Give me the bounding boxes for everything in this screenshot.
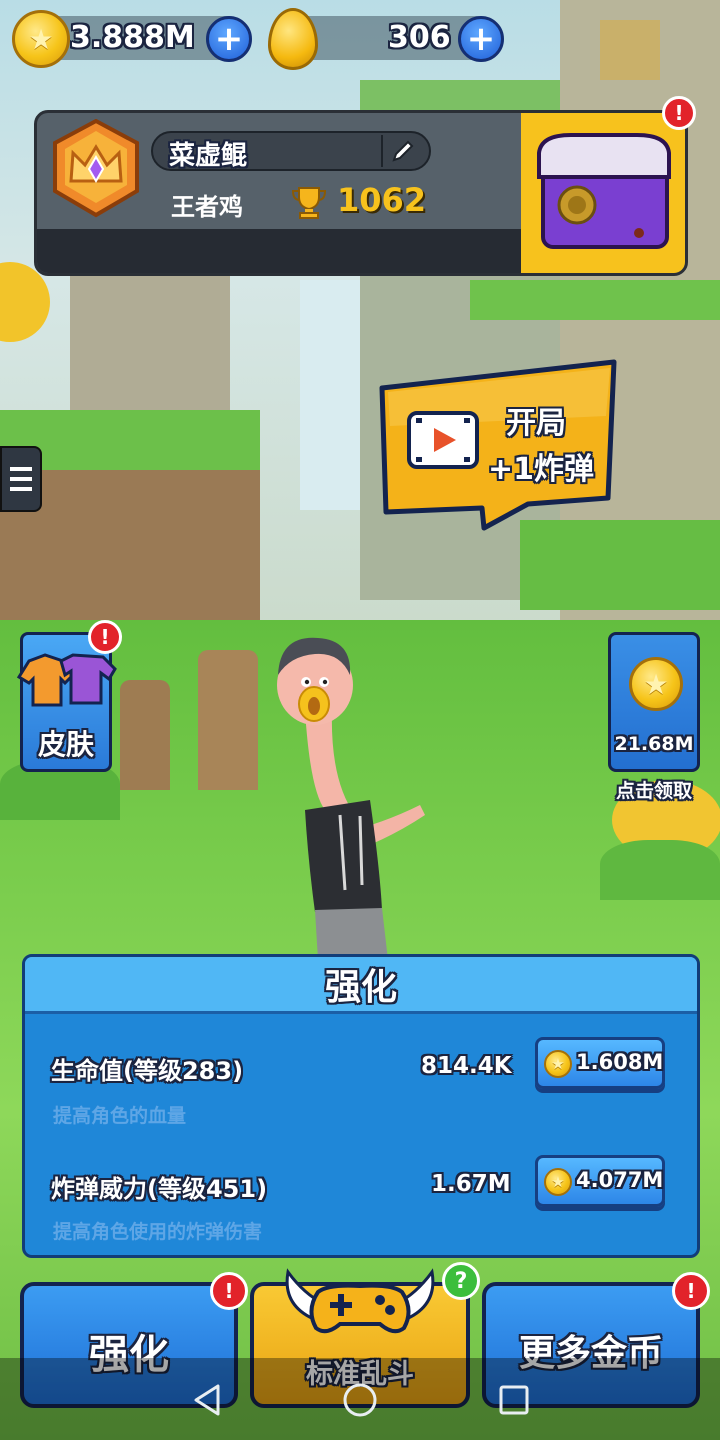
side-menu-button[interactable] — [0, 446, 42, 512]
reward-amount: 21.68M — [614, 733, 694, 755]
upgrade-name: 生命值(等级283) — [51, 1057, 244, 1085]
upgrade-desc: 提高角色使用的炸弹伤害 — [53, 1221, 263, 1243]
upgrade-panel: 强化 生命值(等级283) 814.4K ★ 1.608M 提高角色的血量 炸弹… — [22, 954, 700, 1258]
add-coins-button[interactable]: + — [206, 16, 252, 62]
profile-card[interactable]: 菜虚鲲 王者鸡 1062 — [34, 110, 688, 276]
video-bonus-button[interactable]: 开局 +1炸弹 — [372, 356, 624, 532]
player-name-field[interactable]: 菜虚鲲 — [151, 131, 431, 171]
winged-gamepad-icon — [280, 1262, 440, 1346]
chicken-figure — [277, 637, 425, 960]
trophy-count: 1062 — [337, 181, 427, 219]
pencil-icon — [392, 140, 414, 162]
video-play-icon — [406, 410, 480, 470]
promo-line-2: +1炸弹 — [488, 452, 595, 487]
upgrade-name: 炸弹威力(等级451) — [51, 1175, 268, 1203]
hamburger-menu-icon — [10, 467, 32, 491]
rank-badge — [51, 118, 141, 219]
player-name: 菜虚鲲 — [169, 141, 248, 171]
more-coins-alert-badge: ! — [672, 1272, 710, 1310]
egg-amount: 306 — [388, 20, 451, 55]
coin-amount: 3.888M — [70, 20, 195, 55]
upgrade-panel-title: 强化 — [324, 967, 397, 1008]
crown-badge-icon — [53, 118, 139, 218]
skins-label: 皮肤 — [37, 728, 94, 761]
grass-ledge — [470, 280, 720, 320]
waterfall — [300, 280, 360, 510]
coin-icon: ★ — [12, 10, 70, 68]
trophy-icon — [291, 185, 327, 219]
chest-slot[interactable] — [521, 113, 685, 273]
add-eggs-button[interactable]: + — [458, 16, 504, 62]
upgrade-tab-alert-badge: ! — [210, 1272, 248, 1310]
cliff-top — [600, 20, 660, 80]
fence-post — [120, 680, 170, 790]
nav-back-button[interactable] — [188, 1380, 228, 1420]
upgrade-desc: 提高角色的血量 — [53, 1105, 187, 1127]
coin-icon: ★ — [544, 1050, 572, 1078]
chest-alert-badge: ! — [662, 96, 696, 130]
recents-square-icon — [499, 1385, 529, 1415]
home-circle-icon — [343, 1383, 377, 1417]
system-nav-bar — [0, 1358, 720, 1440]
coin-icon: ★ — [544, 1168, 572, 1196]
nav-recents-button[interactable] — [494, 1380, 534, 1420]
grass-tuft — [600, 840, 720, 900]
promo-line-1: 开局 — [506, 406, 566, 441]
upgrade-cost: 4.077M — [576, 1168, 664, 1192]
upgrade-panel-header: 强化 — [25, 957, 697, 1014]
nav-home-button[interactable] — [340, 1380, 380, 1420]
purple-chest-icon — [537, 133, 671, 249]
game-mode-help-badge[interactable]: ? — [442, 1262, 480, 1300]
grass-ledge — [520, 520, 720, 610]
coin-reward-button[interactable]: ★ 21.68M — [608, 632, 700, 772]
fence-post — [198, 650, 258, 790]
upgrade-value: 1.67M — [431, 1171, 511, 1197]
back-triangle-icon — [194, 1384, 220, 1416]
upgrade-bomb-button[interactable]: ★ 4.077M — [535, 1155, 665, 1207]
upgrade-health-button[interactable]: ★ 1.608M — [535, 1037, 665, 1089]
skins-button[interactable]: 皮肤 — [16, 632, 117, 772]
claim-label[interactable]: 点击领取 — [608, 776, 700, 803]
player-character — [270, 630, 440, 960]
skins-alert-badge: ! — [88, 620, 122, 654]
upgrade-cost: 1.608M — [576, 1050, 664, 1074]
reward-coin-icon: ★ — [629, 657, 683, 711]
rank-title: 王者鸡 — [171, 193, 243, 221]
shirt-icon — [15, 649, 119, 709]
upgrade-value: 814.4K — [421, 1053, 512, 1079]
edit-name-button[interactable] — [381, 135, 423, 167]
